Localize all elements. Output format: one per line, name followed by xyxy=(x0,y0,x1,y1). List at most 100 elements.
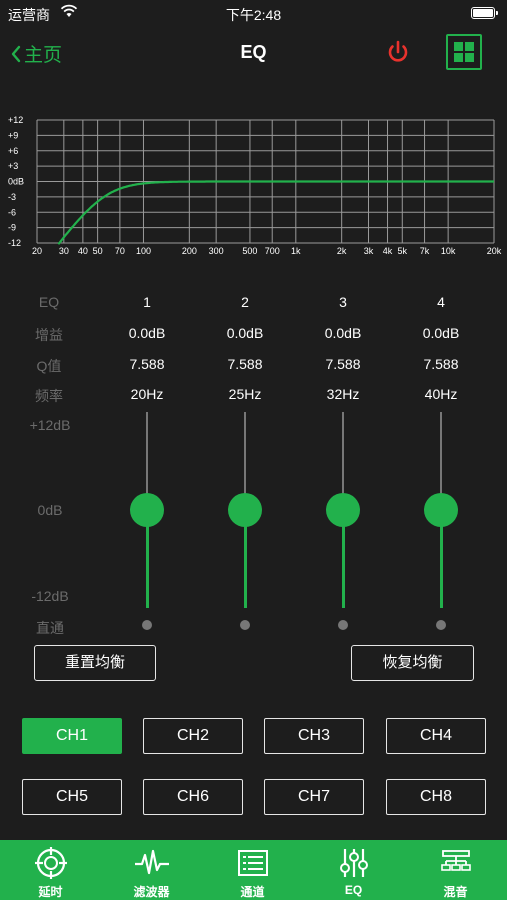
channel-button-ch1[interactable]: CH1 xyxy=(22,718,122,754)
slider-thumb[interactable] xyxy=(326,493,360,527)
tab-mix[interactable]: 混音 xyxy=(405,840,506,900)
band-2-gain-slider[interactable] xyxy=(225,412,265,612)
band-frequency-value[interactable]: 40Hz xyxy=(401,386,481,402)
tab-delay[interactable]: 延时 xyxy=(0,840,101,900)
band-gain-value[interactable]: 0.0dB xyxy=(303,325,383,341)
channel-button-ch6[interactable]: CH6 xyxy=(143,779,243,815)
band-gain-value[interactable]: 0.0dB xyxy=(401,325,481,341)
x-tick-label: 1k xyxy=(291,246,301,256)
tab-label: 混音 xyxy=(443,885,468,899)
grid-layout-icon xyxy=(454,42,474,62)
y-tick-label: +12 xyxy=(8,115,23,125)
x-tick-label: 70 xyxy=(115,246,125,256)
band-number: 2 xyxy=(241,294,249,310)
x-tick-label: 30 xyxy=(59,246,69,256)
restore-eq-button[interactable]: 恢复均衡 xyxy=(351,645,474,681)
eq-response-graph: +12 +9 +6 +3 0dB -3 -6 -9 -12 20 30 40 50 70 100 200 300… xyxy=(8,115,502,256)
y-tick-label: -9 xyxy=(8,223,16,233)
page-title: EQ xyxy=(240,42,267,62)
network-icon xyxy=(440,850,471,871)
x-tick-label: 500 xyxy=(242,246,257,256)
band-4-bypass-toggle[interactable] xyxy=(436,620,446,630)
power-button[interactable] xyxy=(384,38,412,66)
y-tick-label: -6 xyxy=(8,207,16,217)
tab-label: 滤波器 xyxy=(133,885,170,899)
band-1-bypass-toggle[interactable] xyxy=(142,620,152,630)
x-tick-label: 300 xyxy=(209,246,224,256)
crosshair-icon xyxy=(34,847,67,879)
y-tick-label: -3 xyxy=(8,192,16,202)
channel-button-ch3[interactable]: CH3 xyxy=(264,718,364,754)
x-tick-label: 700 xyxy=(265,246,280,256)
status-time: 下午2:48 xyxy=(225,7,282,23)
band-1-gain-slider[interactable] xyxy=(127,412,167,612)
eq-response-curve xyxy=(57,180,494,245)
layout-button[interactable] xyxy=(446,34,482,70)
zero-gain-label: 0dB xyxy=(37,502,63,518)
x-tick-label: 10k xyxy=(441,246,456,256)
eq-band-row: EQ 1 2 3 4 xyxy=(0,294,507,318)
tab-eq[interactable]: EQ xyxy=(303,840,404,900)
gain-row-label: 增益 xyxy=(35,327,63,343)
channel-button-ch8[interactable]: CH8 xyxy=(386,779,486,815)
y-tick-label: 0dB xyxy=(8,177,24,187)
gain-row: 增益 0.0dB 0.0dB 0.0dB 0.0dB xyxy=(0,325,507,349)
y-tick-label: +6 xyxy=(8,146,18,156)
bottom-tab-bar: 延时 滤波器 通道 EQ 混音 xyxy=(0,840,507,900)
list-icon xyxy=(237,850,268,876)
x-tick-label: 20k xyxy=(487,246,502,256)
channel-button-ch4[interactable]: CH4 xyxy=(386,718,486,754)
band-q-value[interactable]: 7.588 xyxy=(205,356,285,372)
band-frequency-value[interactable]: 32Hz xyxy=(303,386,383,402)
y-tick-label: -12 xyxy=(8,238,21,248)
band-q-value[interactable]: 7.588 xyxy=(401,356,481,372)
x-tick-label: 7k xyxy=(420,246,430,256)
tab-label: 通道 xyxy=(240,885,265,899)
band-2-bypass-toggle[interactable] xyxy=(240,620,250,630)
band-q-value[interactable]: 7.588 xyxy=(107,356,187,372)
band-gain-value[interactable]: 0.0dB xyxy=(205,325,285,341)
tab-label: EQ xyxy=(344,883,363,897)
x-tick-label: 2k xyxy=(337,246,347,256)
slider-thumb[interactable] xyxy=(228,493,262,527)
band-q-value[interactable]: 7.588 xyxy=(303,356,383,372)
battery-icon xyxy=(471,7,498,19)
tab-label: 延时 xyxy=(38,885,63,899)
x-tick-label: 100 xyxy=(136,246,151,256)
band-3-gain-slider[interactable] xyxy=(323,412,363,612)
frequency-row: 频率 20Hz 25Hz 32Hz 40Hz xyxy=(0,386,507,410)
x-tick-label: 40 xyxy=(78,246,88,256)
slider-thumb[interactable] xyxy=(130,493,164,527)
y-tick-label: +3 xyxy=(8,161,18,171)
q-row: Q值 7.588 7.588 7.588 7.588 xyxy=(0,356,507,380)
bypass-label: 直通 xyxy=(36,620,64,636)
x-tick-label: 20 xyxy=(32,246,42,256)
slider-thumb[interactable] xyxy=(424,493,458,527)
x-tick-label: 3k xyxy=(364,246,374,256)
power-icon xyxy=(388,40,408,62)
band-4-gain-slider[interactable] xyxy=(421,412,461,612)
tab-filter[interactable]: 滤波器 xyxy=(101,840,202,900)
band-frequency-value[interactable]: 20Hz xyxy=(107,386,187,402)
band-gain-value[interactable]: 0.0dB xyxy=(107,325,187,341)
y-tick-label: +9 xyxy=(8,130,18,140)
band-3-bypass-toggle[interactable] xyxy=(338,620,348,630)
tab-channel[interactable]: 通道 xyxy=(202,840,303,900)
x-tick-label: 50 xyxy=(93,246,103,256)
channel-button-ch2[interactable]: CH2 xyxy=(143,718,243,754)
waveform-icon xyxy=(134,849,169,875)
band-number: 4 xyxy=(437,294,445,310)
reset-eq-button[interactable]: 重置均衡 xyxy=(34,645,156,681)
eq-row-label: EQ xyxy=(38,294,60,310)
x-tick-label: 200 xyxy=(182,246,197,256)
max-gain-label: +12dB xyxy=(29,417,71,433)
min-gain-label: -12dB xyxy=(31,588,69,604)
channel-button-ch5[interactable]: CH5 xyxy=(22,779,122,815)
frequency-row-label: 频率 xyxy=(35,388,63,404)
band-frequency-value[interactable]: 25Hz xyxy=(205,386,285,402)
channel-button-ch7[interactable]: CH7 xyxy=(264,779,364,815)
q-row-label: Q值 xyxy=(36,358,62,374)
band-number: 1 xyxy=(143,294,151,310)
band-number: 3 xyxy=(339,294,347,310)
sliders-icon xyxy=(339,849,368,877)
